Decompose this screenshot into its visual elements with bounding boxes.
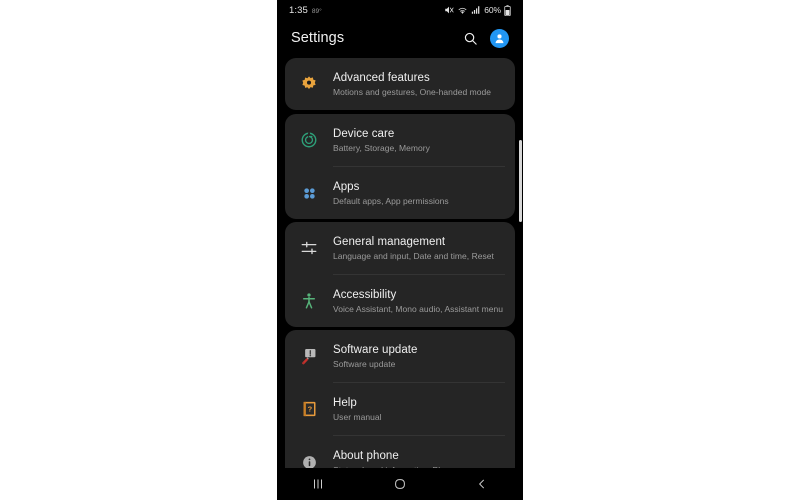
signal-icon [472,6,480,14]
navigation-bar [277,468,523,500]
row-text: Device care Battery, Storage, Memory [333,127,505,154]
help-book-icon: ? [297,397,321,421]
status-bar: 1:35 89° 60% [277,0,523,20]
search-icon [464,32,477,45]
page-title: Settings [291,30,345,46]
row-subtitle: Default apps, App permissions [333,195,449,206]
settings-scroll-area[interactable]: Advanced features Motions and gestures, … [277,56,523,488]
account-avatar-icon [495,33,504,43]
software-update-icon [297,344,321,368]
app-bar-actions [463,28,509,48]
status-bar-right: 60% [444,4,511,16]
row-text: General management Language and input, D… [333,235,505,262]
recents-button[interactable] [298,470,338,498]
row-title: Device care [333,127,395,140]
row-subtitle: Motions and gestures, One-handed mode [333,86,491,97]
home-icon [395,479,405,489]
row-subtitle: Voice Assistant, Mono audio, Assistant m… [333,303,503,314]
account-avatar-button[interactable] [490,28,509,48]
recents-icon [314,479,322,489]
row-text: Software update Software update [333,343,505,370]
battery-percent-label: 60% [484,5,501,15]
status-temperature: 89° [311,7,322,15]
settings-row-apps[interactable]: Apps Default apps, App permissions [285,167,515,219]
wifi-icon [458,7,467,14]
settings-card-support: Software update Software update ? Help U… [285,330,515,488]
settings-row-accessibility[interactable]: Accessibility Voice Assistant, Mono audi… [285,275,515,327]
row-text: Help User manual [333,396,505,423]
row-title: Software update [333,343,418,356]
row-subtitle: Software update [333,358,396,369]
back-button[interactable] [462,470,502,498]
settings-row-advanced-features[interactable]: Advanced features Motions and gestures, … [285,58,515,110]
mute-icon [445,6,454,14]
sliders-icon [297,236,321,260]
status-time: 1:35 [289,4,308,16]
row-subtitle: User manual [333,411,382,422]
page-root: 1:35 89° 60% Settings Advanced features … [0,0,800,500]
settings-card-device: Device care Battery, Storage, Memory App… [285,114,515,219]
row-title: Help [333,396,357,409]
settings-card-general: General management Language and input, D… [285,222,515,327]
settings-row-software-update[interactable]: Software update Software update [285,330,515,382]
svg-text:?: ? [307,405,312,414]
home-button[interactable] [380,470,420,498]
device-care-icon [297,128,321,152]
row-title: Advanced features [333,71,430,84]
phone-screen: 1:35 89° 60% Settings Advanced features … [277,0,523,500]
row-subtitle: Battery, Storage, Memory [333,142,430,153]
settings-card-advanced: Advanced features Motions and gestures, … [285,58,515,110]
row-text: Advanced features Motions and gestures, … [333,71,505,98]
accessibility-icon [297,289,321,313]
status-bar-left: 1:35 89° [289,5,322,16]
app-bar: Settings [277,20,523,56]
row-title: General management [333,235,446,248]
settings-row-device-care[interactable]: Device care Battery, Storage, Memory [285,114,515,166]
row-subtitle: Language and input, Date and time, Reset [333,250,494,261]
row-text: Apps Default apps, App permissions [333,180,505,207]
gear-icon [297,72,321,96]
back-icon [479,479,484,489]
settings-row-help[interactable]: ? Help User manual [285,383,515,435]
row-title: Apps [333,180,360,193]
settings-row-general-management[interactable]: General management Language and input, D… [285,222,515,274]
search-button[interactable] [463,31,478,46]
scrollbar-thumb[interactable] [519,140,522,222]
battery-icon [504,4,511,16]
apps-grid-icon [297,181,321,205]
row-title: About phone [333,449,399,462]
row-title: Accessibility [333,288,397,301]
row-text: Accessibility Voice Assistant, Mono audi… [333,288,505,315]
